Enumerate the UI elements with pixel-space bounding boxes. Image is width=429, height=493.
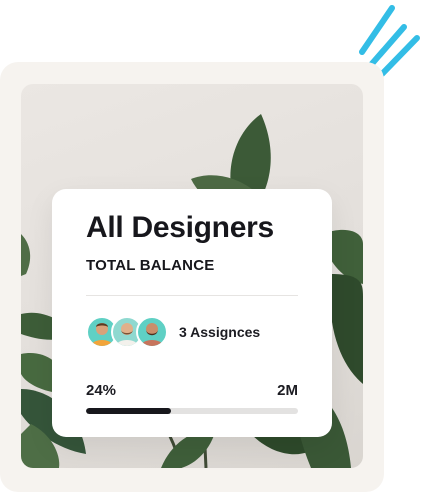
card-title: All Designers — [86, 211, 274, 244]
divider — [86, 295, 298, 296]
avatar[interactable] — [136, 316, 168, 348]
progress-percent: 24% — [86, 382, 117, 399]
progress-total: 2M — [277, 382, 298, 399]
progress-fill — [86, 408, 171, 414]
assignees-count: 3 Assignces — [179, 324, 261, 340]
card-subtitle: TOTAL BALANCE — [86, 257, 215, 274]
avatar-group[interactable] — [86, 316, 176, 348]
progress-bar — [86, 408, 298, 414]
designers-card: All Designers TOTAL BALANCE 3 Assignces … — [52, 189, 332, 437]
